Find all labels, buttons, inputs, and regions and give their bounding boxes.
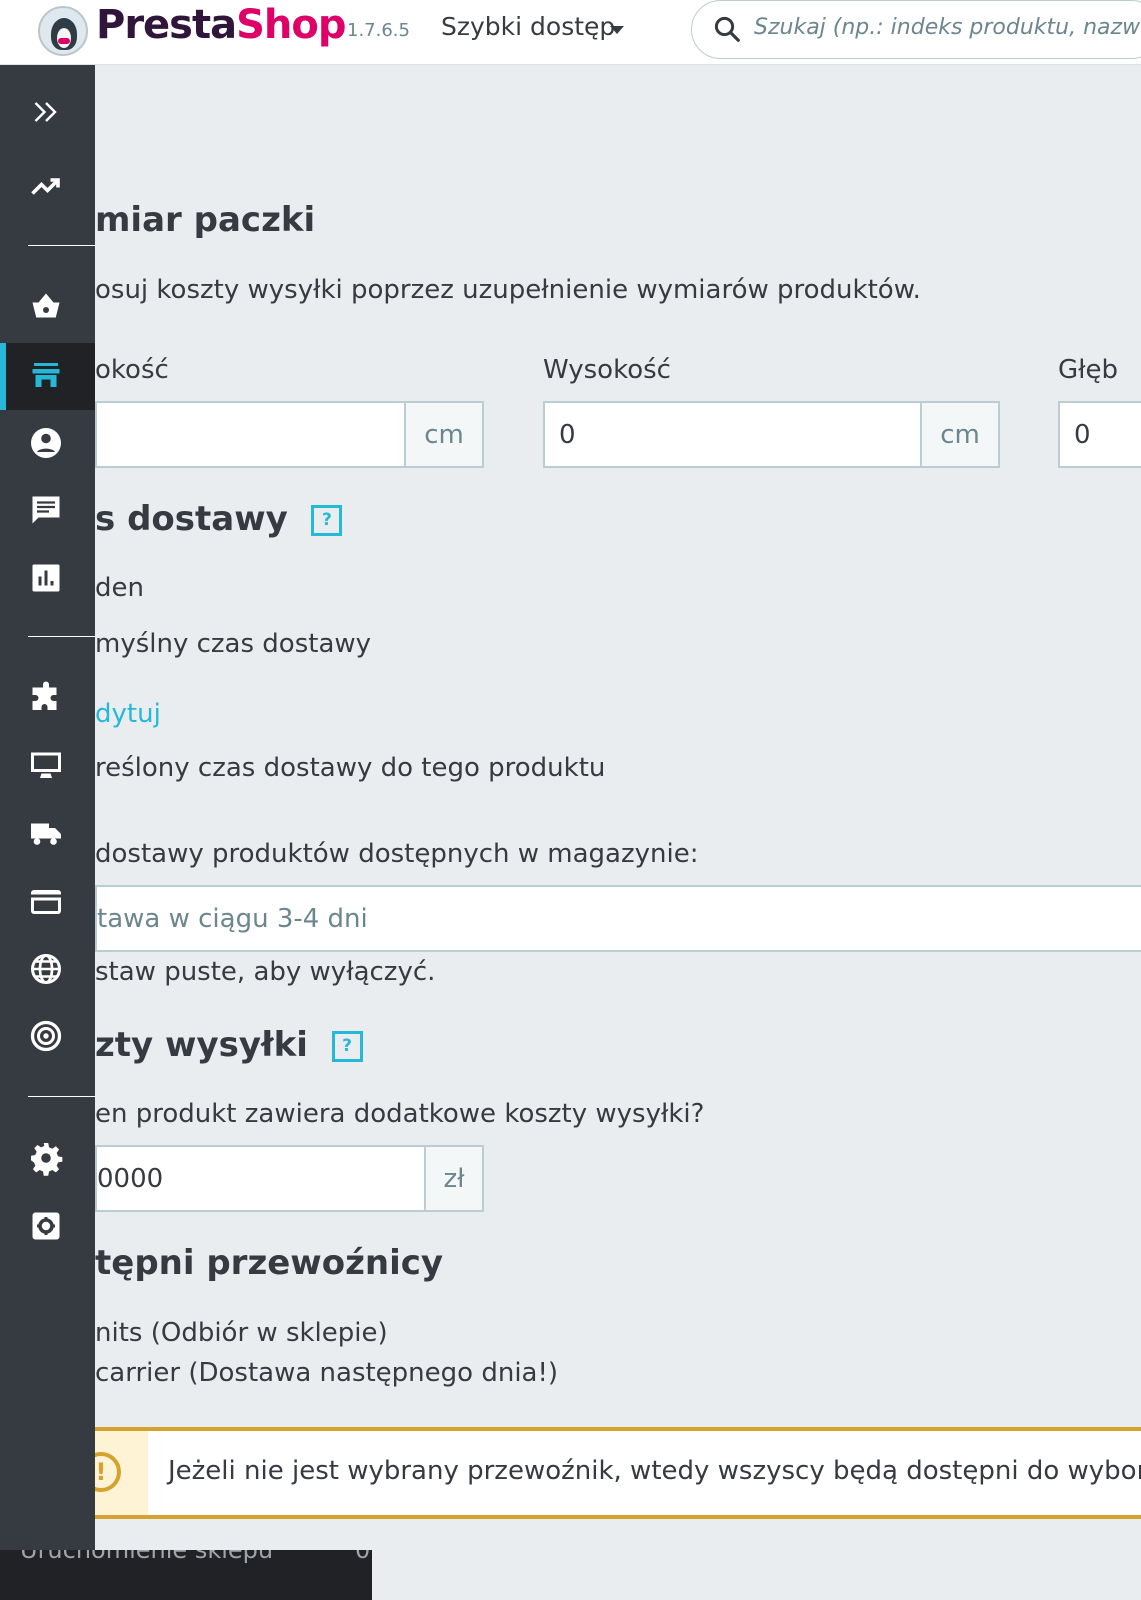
- width-unit-addon: cm: [404, 401, 484, 468]
- customers-icon[interactable]: [26, 423, 66, 463]
- in-stock-delivery-label: dostawy produktów dostępnych w magazynie…: [95, 839, 699, 869]
- shop-launch-item[interactable]: Uruchomienie sklepu 0: [0, 1550, 372, 1600]
- warning-alert: ! Jeżeli nie jest wybrany przewoźnik, wt…: [95, 1427, 1141, 1519]
- design-monitor-icon[interactable]: [26, 746, 66, 786]
- shipping-fees-title: zty wysyłki ?: [95, 1025, 363, 1065]
- height-input[interactable]: 0: [543, 401, 922, 468]
- chevron-down-icon[interactable]: [610, 26, 624, 34]
- search-placeholder: Szukaj (np.: indeks produktu, nazwa: [754, 15, 1141, 40]
- brand-name[interactable]: PrestaShop: [96, 2, 347, 48]
- depth-label: Głęb: [1058, 355, 1119, 385]
- carrier-checkbox-item[interactable]: carrier (Dostawa następnego dnia!): [95, 1358, 558, 1388]
- search-icon: [714, 16, 740, 42]
- advanced-settings-icon[interactable]: [26, 1206, 66, 1246]
- delivery-option-default[interactable]: myślny czas dostawy: [95, 629, 371, 659]
- settings-gear-icon[interactable]: [26, 1138, 66, 1178]
- international-globe-icon[interactable]: [26, 949, 66, 989]
- sidebar-divider: [28, 1096, 95, 1097]
- modules-puzzle-icon[interactable]: [26, 678, 66, 718]
- package-dimension-title: miar paczki: [95, 200, 316, 240]
- marketing-target-icon[interactable]: [26, 1016, 66, 1056]
- depth-input[interactable]: 0: [1058, 401, 1141, 468]
- warning-icon: !: [95, 1452, 121, 1492]
- prestashop-logo-icon[interactable]: [38, 6, 88, 56]
- sidebar-divider: [28, 636, 95, 637]
- delivery-hint: staw puste, aby wyłączyć.: [95, 957, 436, 987]
- edit-delivery-link[interactable]: dytuj: [95, 699, 161, 729]
- alert-message: Jeżeli nie jest wybrany przewoźnik, wted…: [168, 1456, 1141, 1486]
- delivery-time-title: s dostawy ?: [95, 499, 343, 539]
- height-label: Wysokość: [543, 355, 671, 385]
- stats-icon[interactable]: [26, 558, 66, 598]
- carrier-checkbox-item[interactable]: nits (Odbiór w sklepie): [95, 1318, 388, 1348]
- quick-access-button[interactable]: Szybki dostęp: [441, 12, 615, 41]
- messages-icon[interactable]: [26, 490, 66, 530]
- width-label: okość: [95, 355, 169, 385]
- package-dimension-description: osuj koszty wysyłki poprzez uzupełnienie…: [95, 275, 921, 305]
- help-icon[interactable]: ?: [331, 1031, 363, 1062]
- height-unit-addon: cm: [920, 401, 1000, 468]
- delivery-option-none[interactable]: den: [95, 573, 144, 603]
- in-stock-delivery-input[interactable]: tawa w ciągu 3-4 dni: [95, 885, 1141, 952]
- carriers-title: tępni przewoźnicy: [95, 1243, 444, 1283]
- orders-basket-icon[interactable]: [26, 287, 66, 327]
- alert-side-panel: !: [95, 1431, 148, 1515]
- expand-icon[interactable]: [26, 92, 66, 132]
- top-header: PrestaShop 1.7.6.5 Szybki dostęp Szukaj …: [0, 0, 1141, 65]
- sidebar: [0, 65, 95, 1550]
- catalog-store-icon[interactable]: [26, 355, 66, 395]
- version-label: 1.7.6.5: [347, 20, 410, 41]
- search-input[interactable]: Szukaj (np.: indeks produktu, nazwa: [691, 0, 1141, 59]
- main-content: miar paczki osuj koszty wysyłki poprzez …: [95, 65, 1141, 1600]
- shipping-truck-icon[interactable]: [26, 814, 66, 854]
- shipping-fees-input[interactable]: 0000: [95, 1145, 426, 1212]
- help-icon[interactable]: ?: [311, 505, 343, 536]
- delivery-option-specific[interactable]: reślony czas dostawy do tego produktu: [95, 753, 605, 783]
- sidebar-divider: [28, 245, 95, 246]
- currency-addon: zł: [424, 1145, 484, 1212]
- dashboard-trend-icon[interactable]: [26, 166, 66, 206]
- shipping-fees-question: en produkt zawiera dodatkowe koszty wysy…: [95, 1099, 705, 1129]
- active-nav-indicator: [0, 343, 6, 410]
- width-input[interactable]: [95, 401, 406, 468]
- payment-card-icon[interactable]: [26, 882, 66, 922]
